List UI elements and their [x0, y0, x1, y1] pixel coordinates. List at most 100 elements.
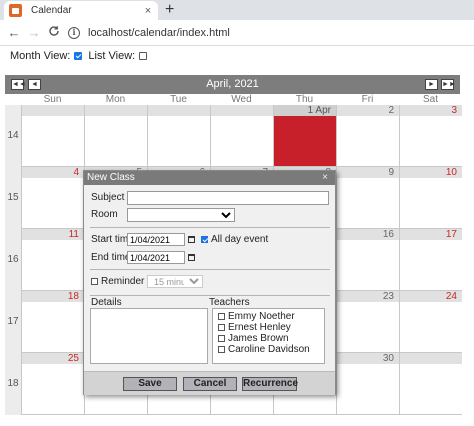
day-cell[interactable]: 18	[21, 291, 84, 353]
cancel-button[interactable]: Cancel	[183, 377, 237, 391]
weekday-label: Sun	[43, 94, 62, 105]
teacher-option[interactable]: Caroline Davidson	[218, 344, 310, 355]
day-cell[interactable]: 16	[336, 229, 399, 291]
day-cell[interactable]	[210, 105, 273, 167]
day-cell[interactable]: 4	[21, 167, 84, 229]
day-cell-body[interactable]	[400, 302, 462, 352]
view-toggle-bar: Month View: List View:	[10, 49, 153, 63]
dialog-close-icon[interactable]: ×	[322, 171, 328, 185]
day-number: 30	[337, 353, 399, 364]
weekday-label: Wed	[231, 94, 252, 105]
day-number: 11	[22, 229, 84, 240]
details-textarea[interactable]	[90, 308, 208, 364]
day-number: 4	[22, 167, 84, 178]
new-tab-icon[interactable]: +	[165, 1, 174, 19]
tab-close-icon[interactable]: ×	[141, 5, 155, 17]
forward-arrow-icon[interactable]: →	[24, 25, 44, 40]
week-number: 16	[5, 229, 21, 291]
week-number: 15	[5, 167, 21, 229]
day-cell[interactable]	[21, 105, 84, 167]
day-cell-body[interactable]	[337, 116, 399, 166]
day-cell-body[interactable]	[22, 240, 84, 290]
day-number: 16	[337, 229, 399, 240]
day-cell[interactable]: 17	[399, 229, 462, 291]
save-button[interactable]: Save	[123, 377, 177, 391]
day-cell-body[interactable]	[274, 116, 336, 166]
day-cell[interactable]: 24	[399, 291, 462, 353]
all-day-checkbox[interactable]	[201, 236, 208, 243]
calendar-picker-icon[interactable]	[188, 236, 195, 243]
day-number	[400, 353, 462, 364]
day-cell[interactable]: 25	[21, 353, 84, 415]
reload-icon[interactable]	[44, 25, 64, 40]
prev-year-button[interactable]: ◄◄	[11, 79, 26, 90]
day-cell-body[interactable]	[400, 178, 462, 228]
browser-toolbar: ← → i localhost/calendar/index.html	[0, 20, 474, 46]
recurrence-button[interactable]: Recurrence	[242, 377, 298, 391]
day-cell[interactable]: 23	[336, 291, 399, 353]
day-cell-body[interactable]	[337, 178, 399, 228]
teacher-option[interactable]: Emmy Noether	[218, 311, 295, 322]
day-cell[interactable]: 9	[336, 167, 399, 229]
tab-title: Calendar	[31, 5, 72, 16]
list-view-label: List View:	[88, 50, 136, 62]
dialog-title: New Class	[87, 172, 135, 183]
teacher-option[interactable]: Ernest Henley	[218, 322, 291, 333]
dialog-titlebar[interactable]: New Class ×	[84, 171, 335, 185]
teachers-list: Emmy Noether Ernest Henley James Brown C…	[212, 308, 325, 364]
day-cell-body[interactable]	[85, 116, 147, 166]
day-cell[interactable]	[147, 105, 210, 167]
day-cell-body[interactable]	[22, 302, 84, 352]
day-cell-body[interactable]	[22, 178, 84, 228]
reminder-select[interactable]: 15 minutes	[147, 275, 203, 288]
day-cell[interactable]	[399, 353, 462, 415]
reminder-checkbox[interactable]	[91, 278, 98, 285]
back-arrow-icon[interactable]: ←	[4, 25, 24, 40]
day-cell-body[interactable]	[400, 116, 462, 166]
end-date-input[interactable]	[127, 251, 185, 264]
day-cell[interactable]: 11	[21, 229, 84, 291]
day-number: 17	[400, 229, 462, 240]
day-cell-body[interactable]	[22, 116, 84, 166]
month-view-checkbox[interactable]	[74, 52, 83, 60]
day-cell-body[interactable]	[211, 116, 273, 166]
next-month-button[interactable]: ►	[425, 79, 438, 90]
day-cell[interactable]	[84, 105, 147, 167]
day-cell-body[interactable]	[337, 240, 399, 290]
reminder-label: Reminder	[101, 276, 145, 287]
day-number: 2	[337, 105, 399, 116]
day-cell-body[interactable]	[148, 116, 210, 166]
list-view-checkbox[interactable]	[139, 52, 148, 60]
prev-month-button[interactable]: ◄	[28, 79, 41, 90]
day-cell-today[interactable]: 1 Apr	[273, 105, 336, 167]
day-cell-body[interactable]	[337, 302, 399, 352]
day-cell[interactable]: 30	[336, 353, 399, 415]
day-cell-body[interactable]	[22, 364, 84, 414]
start-date-input[interactable]	[127, 233, 185, 246]
weekday-label: Fri	[361, 94, 374, 105]
divider	[90, 295, 330, 296]
calendar-picker-icon[interactable]	[188, 254, 195, 261]
subject-input[interactable]	[127, 191, 329, 205]
teacher-checkbox[interactable]	[218, 313, 225, 320]
teacher-checkbox[interactable]	[218, 324, 225, 331]
details-label: Details	[91, 297, 122, 308]
day-cell-body[interactable]	[337, 364, 399, 414]
day-cell-body[interactable]	[400, 364, 462, 414]
room-select[interactable]	[127, 208, 235, 222]
day-number	[22, 105, 84, 116]
address-bar[interactable]: i localhost/calendar/index.html	[68, 23, 474, 43]
day-cell[interactable]: 2	[336, 105, 399, 167]
divider	[90, 227, 330, 228]
teacher-checkbox[interactable]	[218, 346, 225, 353]
next-year-button[interactable]: ►►	[441, 79, 456, 90]
day-cell-body[interactable]	[400, 240, 462, 290]
browser-tab[interactable]: Calendar ×	[4, 1, 158, 20]
day-cell[interactable]: 10	[399, 167, 462, 229]
info-icon[interactable]: i	[68, 26, 80, 39]
day-number: 18	[22, 291, 84, 302]
teacher-option[interactable]: James Brown	[218, 333, 289, 344]
day-cell[interactable]: 3	[399, 105, 462, 167]
weekday-label: Thu	[295, 94, 314, 105]
teacher-checkbox[interactable]	[218, 335, 225, 342]
